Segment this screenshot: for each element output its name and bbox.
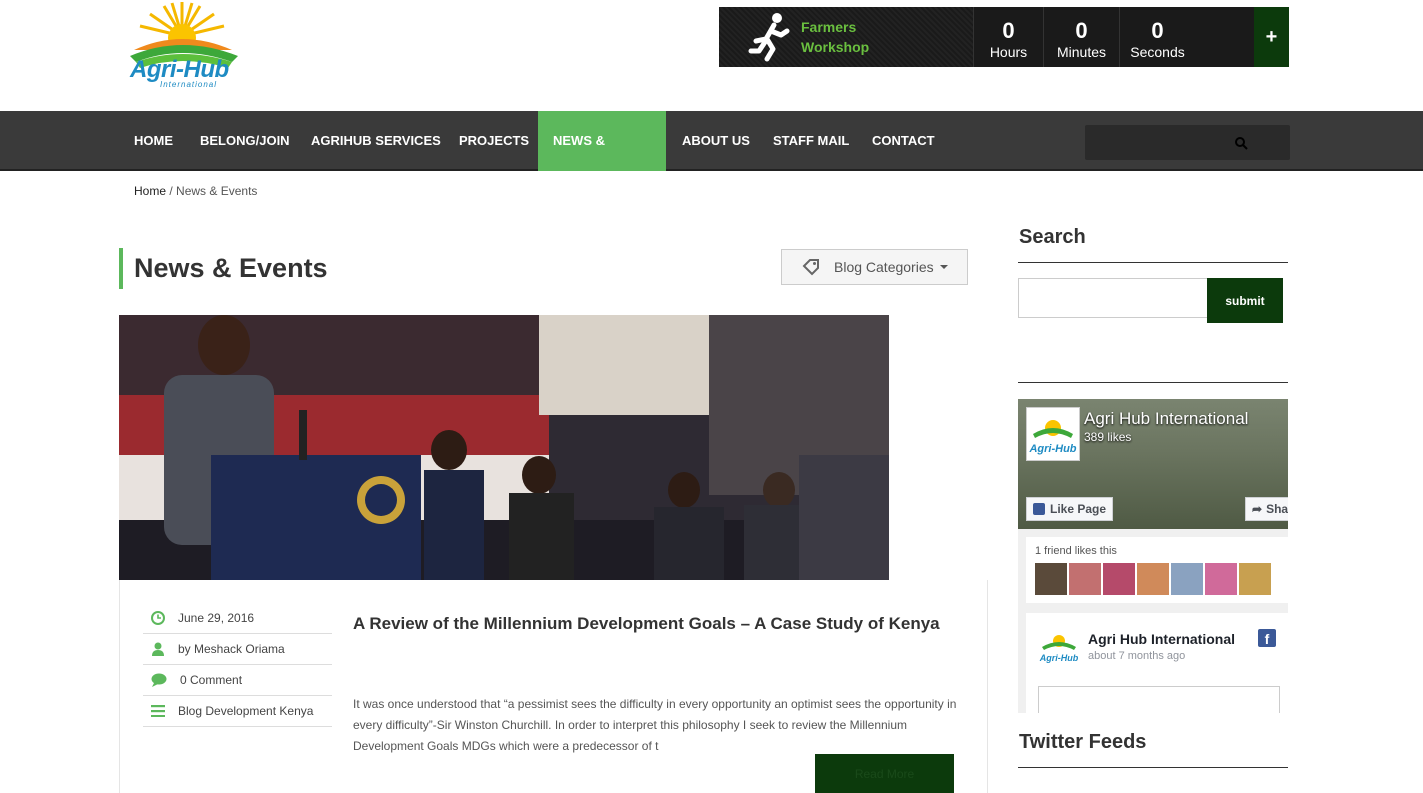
facebook-icon [1033, 503, 1045, 515]
avatar-wordmark: Agri-Hub [1028, 443, 1076, 455]
nav-search-input[interactable] [1085, 125, 1290, 160]
post-date-text: June 29, 2016 [178, 611, 255, 625]
sidebar-search-heading: Search [1019, 226, 1086, 248]
hours-value: 0 [1002, 18, 1015, 43]
friend-avatar[interactable] [1137, 563, 1169, 595]
nav-agrihub-services[interactable]: AGRIHUB SERVICES [296, 111, 456, 171]
sidebar-search-input[interactable] [1018, 278, 1208, 318]
nav-about-us[interactable]: ABOUT US [667, 111, 765, 171]
tag-icon [802, 259, 819, 276]
post-category: Blog Development Kenya [143, 696, 332, 727]
countdown-spacer [1195, 7, 1254, 67]
countdown-event[interactable]: Farmers Workshop [719, 7, 973, 67]
nav-staff-mail[interactable]: STAFF MAIL [758, 111, 864, 171]
nav-news-events[interactable]: NEWS & EVENTS [538, 111, 666, 208]
post-author-text[interactable]: by Meshack Oriama [178, 642, 285, 656]
countdown-hours: 0 Hours [973, 7, 1043, 67]
countdown-seconds: 0 Seconds [1119, 7, 1195, 67]
facebook-post-author[interactable]: Agri Hub International [1088, 631, 1235, 647]
seconds-value: 0 [1151, 18, 1164, 43]
post-date: June 29, 2016 [143, 603, 332, 634]
post-comments-text[interactable]: 0 Comment [180, 673, 242, 687]
logo-subtitle: International [160, 80, 218, 89]
facebook-post-avatar[interactable]: Agri-Hub [1038, 625, 1080, 667]
blog-categories-dropdown[interactable]: Blog Categories [781, 249, 968, 285]
hours-label: Hours [989, 44, 1028, 60]
post-category-text[interactable]: Blog Development Kenya [178, 704, 313, 718]
post-comments: 0 Comment [143, 665, 332, 696]
minutes-label: Minutes [1056, 44, 1107, 60]
twitter-divider [1018, 767, 1288, 768]
agri-hub-logo-icon: Agri-Hub [1028, 420, 1077, 455]
clock-icon [151, 611, 165, 625]
facebook-post: Agri-Hub Agri Hub International about 7 … [1026, 613, 1288, 713]
facebook-page-avatar[interactable]: Agri-Hub [1026, 407, 1080, 461]
breadcrumb-separator: / [169, 184, 173, 198]
facebook-page-widget: Agri-Hub Agri Hub International 389 like… [1018, 399, 1288, 713]
post-author: by Meshack Oriama [143, 634, 332, 665]
friend-avatar[interactable] [1103, 563, 1135, 595]
sidebar-search-divider [1018, 262, 1288, 263]
runner-icon [748, 13, 790, 62]
share-icon: ➦ [1252, 502, 1263, 516]
friend-avatar[interactable] [1035, 563, 1067, 595]
main-navigation: HOME BELONG/JOIN AGRIHUB SERVICES PROJEC… [0, 111, 1423, 208]
breadcrumb-current: News & Events [176, 184, 258, 198]
sidebar-submit-button[interactable]: submit [1207, 278, 1283, 323]
share-label: Sha [1266, 502, 1288, 516]
friend-avatar[interactable] [1069, 563, 1101, 595]
nav-projects[interactable]: PROJECTS [444, 111, 544, 171]
avatar-wordmark: Agri-Hub [1039, 653, 1079, 663]
post-excerpt: It was once understood that “a pessimist… [353, 697, 957, 753]
read-more-button[interactable]: Read More [815, 754, 954, 793]
facebook-likes-count: 389 likes [1084, 430, 1132, 444]
countdown-expand-button[interactable]: + [1254, 7, 1289, 67]
list-icon [151, 705, 165, 717]
agri-hub-logo-icon: Agri-Hub [1039, 635, 1079, 663]
facebook-share-button[interactable]: ➦ Sha [1245, 497, 1288, 521]
friend-avatar[interactable] [1171, 563, 1203, 595]
twitter-feeds-heading: Twitter Feeds [1019, 731, 1147, 753]
friend-avatar[interactable] [1239, 563, 1271, 595]
chevron-down-icon [939, 265, 948, 269]
like-page-label: Like Page [1050, 502, 1107, 516]
comment-icon [151, 673, 167, 687]
facebook-like-page-button[interactable]: Like Page [1026, 497, 1114, 521]
blog-categories-label: Blog Categories [834, 259, 934, 275]
facebook-icon[interactable]: f [1258, 629, 1276, 647]
nav-contact[interactable]: CONTACT [857, 111, 950, 171]
minutes-value: 0 [1075, 18, 1088, 43]
post-featured-image[interactable] [119, 315, 889, 580]
event-countdown: Farmers Workshop 0 Hours 0 Minutes 0 Sec… [719, 7, 1289, 67]
sidebar-divider [1018, 382, 1288, 383]
friend-avatar[interactable] [1205, 563, 1237, 595]
post-title[interactable]: A Review of the Millennium Development G… [353, 604, 953, 644]
countdown-minutes: 0 Minutes [1043, 7, 1119, 67]
facebook-page-name[interactable]: Agri Hub International [1084, 409, 1248, 429]
page-title: News & Events [119, 248, 328, 289]
user-icon [152, 642, 164, 656]
friends-likes-text: 1 friend likes this [1035, 545, 1117, 557]
breadcrumb: Home / News & Events [134, 184, 257, 198]
countdown-event-title: Farmers Workshop [801, 19, 870, 55]
speaker-at-podium-photo [119, 315, 889, 580]
breadcrumb-home[interactable]: Home [134, 184, 166, 198]
nav-home[interactable]: HOME [119, 111, 188, 171]
facebook-post-time[interactable]: about 7 months ago [1088, 650, 1185, 662]
search-icon[interactable] [1234, 136, 1248, 150]
facebook-friends-panel: 1 friend likes this [1026, 537, 1288, 603]
facebook-post-content [1038, 686, 1280, 713]
seconds-label: Seconds [1130, 44, 1185, 60]
nav-belong-join[interactable]: BELONG/JOIN [185, 111, 305, 171]
